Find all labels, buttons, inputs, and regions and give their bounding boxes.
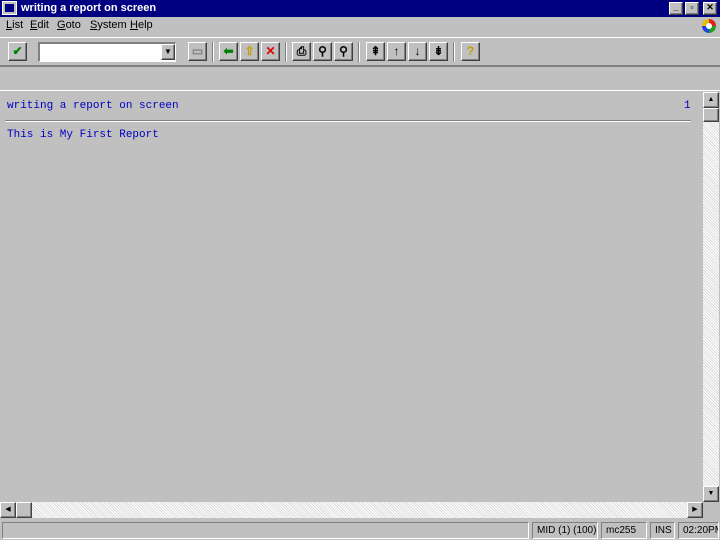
sap-logo-icon xyxy=(702,19,716,33)
exit-arrow-icon: ⇧ xyxy=(244,44,255,58)
horizontal-scroll-thumb[interactable] xyxy=(16,502,32,518)
header-divider xyxy=(5,120,691,122)
status-bar: MID (1) (100) mc255 INS 02:20PM xyxy=(0,520,720,540)
enter-button[interactable]: ✔ xyxy=(8,42,27,61)
save-button[interactable]: ▭ xyxy=(188,42,207,61)
checkmark-icon: ✔ xyxy=(12,44,23,58)
menu-list[interactable]: List xyxy=(6,19,23,31)
list-header-title: writing a report on screen xyxy=(7,100,179,112)
window-title: writing a report on screen xyxy=(21,2,157,14)
binoculars-icon: ⚲ xyxy=(318,44,327,58)
menu-goto[interactable]: Goto xyxy=(57,19,81,31)
binoculars-next-icon: ⚲ xyxy=(339,44,348,58)
list-line: This is My First Report xyxy=(7,129,159,141)
find-next-button[interactable]: ⚲ xyxy=(334,42,353,61)
arrow-right-icon: ▶ xyxy=(692,506,698,513)
next-page-button[interactable]: ↓ xyxy=(408,42,427,61)
scroll-left-button[interactable]: ◀ xyxy=(0,502,16,518)
standard-toolbar: ✔ ▼ ▭ ⬅ ⇧ ✕ ⎙ ⚲ ⚲ ⇞ ↑ ↓ ⇟ ? xyxy=(0,37,720,66)
toolbar-separator xyxy=(453,42,455,62)
save-icon: ▭ xyxy=(191,44,204,58)
help-button[interactable]: ? xyxy=(461,42,480,61)
back-button[interactable]: ⬅ xyxy=(219,42,238,61)
toolbar-separator xyxy=(285,42,287,62)
cancel-x-icon: ✕ xyxy=(265,44,276,58)
scroll-up-button[interactable]: ▲ xyxy=(703,92,719,108)
command-field-dropdown[interactable]: ▼ xyxy=(161,44,175,60)
status-time: 02:20PM xyxy=(678,522,719,539)
status-server[interactable]: mc255 xyxy=(601,522,647,539)
report-list-area: writing a report on screen 1 This is My … xyxy=(0,92,703,502)
cancel-button[interactable]: ✕ xyxy=(261,42,280,61)
arrow-down-icon: ▼ xyxy=(707,490,715,497)
toolbar-separator xyxy=(358,42,360,62)
help-question-icon: ? xyxy=(466,44,475,58)
vertical-scroll-thumb[interactable] xyxy=(703,108,719,122)
list-page-number: 1 xyxy=(684,100,691,112)
previous-page-button[interactable]: ↑ xyxy=(387,42,406,61)
scrollbar-corner xyxy=(703,502,720,518)
last-page-icon: ⇟ xyxy=(433,44,444,58)
menu-help[interactable]: Help xyxy=(130,19,153,31)
chevron-down-icon: ▼ xyxy=(164,47,172,56)
menu-system[interactable]: System xyxy=(90,19,127,31)
status-insert-mode[interactable]: INS xyxy=(650,522,675,539)
arrow-up-icon: ▲ xyxy=(707,96,715,103)
status-system-client[interactable]: MID (1) (100) xyxy=(532,522,598,539)
command-field[interactable] xyxy=(38,42,176,62)
last-page-button[interactable]: ⇟ xyxy=(429,42,448,61)
printer-icon: ⎙ xyxy=(296,44,307,58)
arrow-left-icon: ◀ xyxy=(5,506,11,513)
find-button[interactable]: ⚲ xyxy=(313,42,332,61)
maximize-button[interactable]: ▫ xyxy=(685,2,699,15)
application-toolbar xyxy=(0,66,720,91)
toolbar-separator xyxy=(212,42,214,62)
system-menu-icon[interactable] xyxy=(2,1,17,15)
horizontal-scrollbar[interactable]: ◀ ▶ xyxy=(0,502,703,518)
title-bar: writing a report on screen _ ▫ ✕ xyxy=(0,0,720,17)
first-page-icon: ⇞ xyxy=(370,44,381,58)
back-arrow-icon: ⬅ xyxy=(223,44,234,58)
minimize-button[interactable]: _ xyxy=(669,2,683,15)
vertical-scrollbar[interactable]: ▲ ▼ xyxy=(703,92,719,502)
exit-button[interactable]: ⇧ xyxy=(240,42,259,61)
scroll-down-button[interactable]: ▼ xyxy=(703,486,719,502)
status-message xyxy=(2,522,529,539)
close-button[interactable]: ✕ xyxy=(703,2,717,15)
print-button[interactable]: ⎙ xyxy=(292,42,311,61)
scroll-right-button[interactable]: ▶ xyxy=(687,502,703,518)
previous-page-icon: ↑ xyxy=(393,44,400,58)
next-page-icon: ↓ xyxy=(414,44,421,58)
menu-edit[interactable]: Edit xyxy=(30,19,49,31)
first-page-button[interactable]: ⇞ xyxy=(366,42,385,61)
menu-bar: List Edit Goto System Help xyxy=(0,17,720,35)
